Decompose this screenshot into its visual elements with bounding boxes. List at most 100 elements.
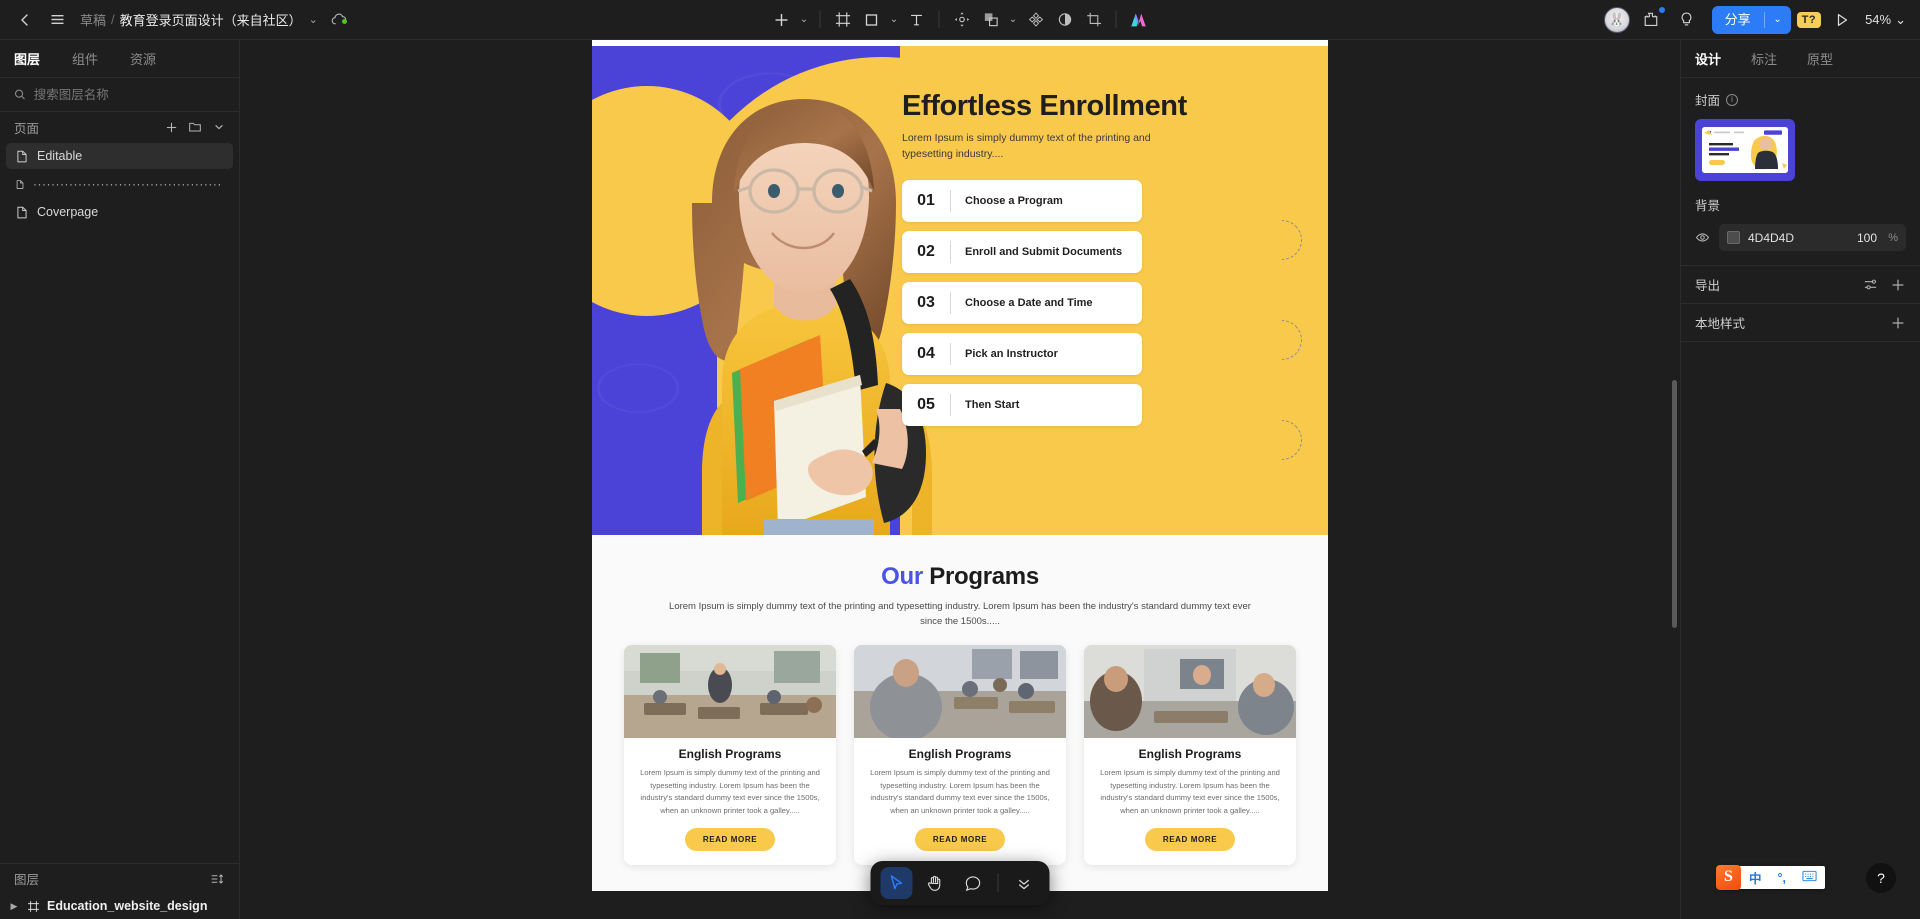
export-label: 导出: [1695, 279, 1721, 293]
local-styles-label: 本地样式: [1695, 317, 1746, 331]
breadcrumb-file-name[interactable]: 教育登录页面设计（来自社区）: [120, 10, 302, 29]
read-more-button[interactable]: READ MORE: [914, 828, 1006, 852]
zoom-chevron-down-icon[interactable]: ⌄: [1895, 12, 1906, 28]
step-item[interactable]: 04 Pick an Instructor: [902, 332, 1142, 375]
step-item[interactable]: 05 Then Start: [902, 383, 1142, 426]
background-color-row: 4D4D4D 100 %: [1695, 224, 1906, 251]
cursor-select-tool[interactable]: [880, 867, 913, 899]
share-chevron-down-icon[interactable]: ⌄: [1765, 6, 1791, 34]
chevron-down-icon[interactable]: ⌄: [309, 13, 318, 26]
page-item-label: ········································…: [33, 177, 223, 191]
program-card[interactable]: English Programs Lorem Ipsum is simply d…: [1084, 645, 1296, 866]
hero-subtitle: Lorem Ipsum is simply dummy text of the …: [902, 132, 1151, 160]
step-item[interactable]: 01 Choose a Program: [902, 179, 1142, 222]
avatar[interactable]: 🐰: [1603, 6, 1630, 33]
plugin-icon[interactable]: [1636, 5, 1666, 35]
cover-thumbnail[interactable]: [1695, 119, 1795, 181]
hero-title: Effortless Enrollment: [902, 90, 1187, 122]
boolean-group-tool[interactable]: [977, 6, 1005, 34]
tab-prototype[interactable]: 原型: [1807, 49, 1833, 68]
text-tool[interactable]: [903, 6, 931, 34]
color-hex-value[interactable]: 4D4D4D: [1748, 231, 1794, 245]
tab-design[interactable]: 设计: [1695, 49, 1721, 68]
back-icon[interactable]: [10, 5, 40, 35]
component-tool[interactable]: [1022, 6, 1050, 34]
cover-section: 封面 i 背景 4D4D4D 100 %: [1681, 78, 1920, 266]
color-swatch[interactable]: [1727, 231, 1740, 244]
layer-search-row[interactable]: [0, 78, 239, 112]
read-more-button[interactable]: READ MORE: [1144, 828, 1236, 852]
breadcrumb-project[interactable]: 草稿: [80, 10, 106, 29]
add-local-style-icon[interactable]: [1888, 313, 1908, 333]
ime-punctuation-mode[interactable]: °,: [1770, 871, 1794, 885]
help-button[interactable]: ?: [1866, 863, 1896, 893]
boolean-tool-chevron-down-icon[interactable]: ⌄: [1006, 6, 1021, 34]
program-card-image: [624, 645, 836, 739]
artboard-education-website-design[interactable]: Effortless Enrollment Lorem Ipsum is sim…: [592, 40, 1328, 892]
program-card[interactable]: English Programs Lorem Ipsum is simply d…: [624, 645, 836, 866]
move-transform-tool[interactable]: [948, 6, 976, 34]
hand-pan-tool[interactable]: [919, 867, 951, 899]
page-file-icon: [17, 206, 27, 218]
background-label: 背景: [1695, 199, 1721, 213]
layer-row-education-website-design[interactable]: ▶ Education_website_design: [0, 893, 239, 919]
step-item[interactable]: 02 Enroll and Submit Documents: [902, 230, 1142, 273]
mask-tool[interactable]: [1051, 6, 1079, 34]
background-color-field[interactable]: 4D4D4D 100 %: [1719, 224, 1906, 251]
program-card[interactable]: English Programs Lorem Ipsum is simply d…: [854, 645, 1066, 866]
present-play-icon[interactable]: [1827, 5, 1857, 35]
cover-label-row: 封面 i: [1695, 90, 1906, 109]
add-page-icon[interactable]: [161, 117, 181, 137]
step-item[interactable]: 03 Choose a Date and Time: [902, 281, 1142, 324]
ime-logo[interactable]: S: [1716, 864, 1741, 890]
tab-assets[interactable]: 资源: [130, 49, 156, 68]
add-tool-chevron-down-icon[interactable]: ⌄: [797, 6, 812, 34]
rectangle-tool-chevron-down-icon[interactable]: ⌄: [887, 6, 902, 34]
export-settings-icon[interactable]: [1860, 275, 1880, 295]
toolbar-divider-2: [938, 11, 940, 28]
zoom-level-control[interactable]: 54% ⌄: [1865, 12, 1906, 28]
idea-bulb-icon[interactable]: [1672, 5, 1702, 35]
cloud-sync-status[interactable]: [330, 10, 349, 29]
ime-language-mode[interactable]: 中: [1741, 868, 1770, 887]
color-opacity-value[interactable]: 100: [1857, 231, 1877, 245]
layers-section-actions: [207, 869, 227, 889]
share-button[interactable]: 分享 ⌄: [1711, 5, 1791, 34]
keyboard-icon[interactable]: [1794, 870, 1825, 885]
page-item-coverpage[interactable]: Coverpage: [6, 199, 233, 225]
add-plus-tool[interactable]: [768, 6, 796, 34]
comment-tool[interactable]: [957, 867, 989, 899]
tab-components[interactable]: 组件: [72, 49, 98, 68]
tab-layers[interactable]: 图层: [14, 49, 40, 68]
page-item-dots[interactable]: ········································…: [6, 171, 233, 197]
chevron-double-down-icon[interactable]: [1008, 867, 1040, 899]
collapse-pages-chevron-down-icon[interactable]: [209, 117, 229, 137]
search-input[interactable]: [33, 87, 225, 102]
left-panel-spacer: [0, 226, 239, 863]
rectangle-tool[interactable]: [858, 6, 886, 34]
breadcrumb[interactable]: 草稿 / 教育登录页面设计（来自社区） ⌄: [80, 10, 318, 29]
programs-subtitle: Lorem Ipsum is simply dummy text of the …: [669, 601, 1251, 628]
crop-tool[interactable]: [1080, 6, 1108, 34]
read-more-button[interactable]: READ MORE: [684, 828, 776, 852]
visibility-eye-icon[interactable]: [1695, 230, 1710, 245]
step-number: 03: [917, 293, 935, 311]
frame-tool[interactable]: [829, 6, 857, 34]
tab-annotate[interactable]: 标注: [1751, 49, 1777, 68]
new-folder-icon[interactable]: [185, 117, 205, 137]
hamburger-menu-icon[interactable]: [42, 5, 72, 35]
pages-section-title: 页面: [14, 121, 40, 136]
add-export-icon[interactable]: [1888, 275, 1908, 295]
sogou-ime-bar[interactable]: S 中 °,: [1716, 864, 1825, 890]
canvas-vertical-scrollbar[interactable]: [1672, 380, 1677, 628]
floating-toolbar-divider: [997, 874, 999, 892]
text-question-badge[interactable]: T?: [1796, 11, 1822, 28]
canvas-viewport[interactable]: Effortless Enrollment Lorem Ipsum is sim…: [240, 40, 1680, 919]
expand-caret-icon[interactable]: ▶: [8, 901, 20, 912]
layer-sort-icon[interactable]: [207, 869, 227, 889]
page-item-label: Coverpage: [37, 205, 99, 219]
page-item-editable[interactable]: Editable: [6, 143, 233, 169]
step-number: 05: [917, 395, 935, 413]
ai-assistant-tool[interactable]: [1125, 6, 1153, 34]
info-icon[interactable]: i: [1726, 93, 1739, 106]
